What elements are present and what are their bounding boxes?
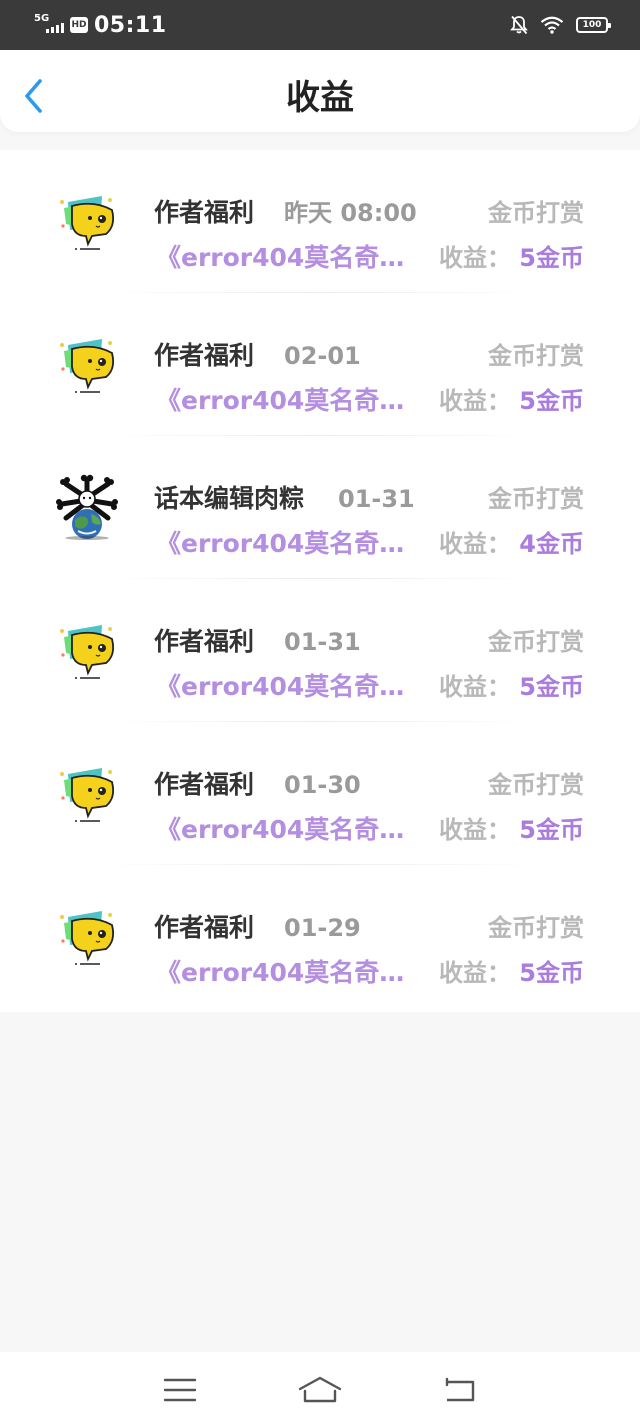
cellular-signal-icon: 5G	[34, 13, 64, 37]
clock: 05:11	[94, 12, 167, 38]
reward-date: 01-29	[284, 914, 361, 942]
menu-icon	[163, 1378, 197, 1401]
earnings-label: 收益：	[439, 816, 511, 844]
sender-name: 作者福利	[154, 770, 255, 799]
reward-date: 01-30	[284, 771, 361, 799]
earnings-value: 5金币	[519, 816, 584, 844]
book-title-link[interactable]: 《error404莫名奇…	[156, 529, 424, 559]
book-title-link[interactable]: 《error404莫名奇…	[156, 243, 424, 273]
earnings-value: 5金币	[519, 387, 584, 415]
status-right: 100	[510, 15, 611, 35]
yellow-chat-mascot-avatar	[60, 768, 115, 822]
reward-type: 金币打赏	[488, 628, 584, 656]
battery-level: 100	[582, 19, 602, 30]
reward-type: 金币打赏	[488, 199, 584, 227]
back-nav-button[interactable]	[435, 1370, 485, 1410]
list-item[interactable]: 作者福利 01-31 金币打赏 《error404莫名奇… 收益： 5金币	[0, 579, 640, 722]
bone-earth-avatar	[56, 474, 118, 540]
earnings-value: 5金币	[519, 959, 584, 987]
battery-icon: 100	[576, 17, 611, 33]
wifi-icon	[540, 16, 564, 34]
mute-bell-icon	[510, 15, 528, 35]
earnings-value: 5金币	[519, 244, 584, 272]
sender-name: 作者福利	[154, 341, 255, 370]
reward-date: 01-31	[284, 628, 361, 656]
yellow-chat-mascot-avatar	[60, 625, 115, 679]
list-item[interactable]: 话本编辑肉粽 01-31 金币打赏 《error404莫名奇… 收益： 4金币	[0, 436, 640, 579]
app-header: 收益	[0, 50, 640, 132]
reward-type: 金币打赏	[488, 342, 584, 370]
book-title-link[interactable]: 《error404莫名奇…	[156, 958, 424, 988]
reward-type: 金币打赏	[488, 485, 584, 513]
earnings-list: 作者福利 昨天 08:00 金币打赏 《error404莫名奇… 收益： 5金币…	[0, 150, 640, 1012]
reward-date: 昨天 08:00	[284, 199, 417, 227]
sender-name: 作者福利	[154, 627, 255, 656]
list-item[interactable]: 作者福利 01-29 金币打赏 《error404莫名奇… 收益： 5金币	[0, 865, 640, 1008]
hd-badge: HD	[70, 17, 88, 33]
book-title-link[interactable]: 《error404莫名奇…	[156, 815, 424, 845]
earnings-label: 收益：	[439, 530, 511, 558]
yellow-chat-mascot-avatar	[60, 911, 115, 965]
sender-name: 作者福利	[154, 198, 255, 227]
list-item[interactable]: 作者福利 昨天 08:00 金币打赏 《error404莫名奇… 收益： 5金币	[0, 150, 640, 293]
system-nav-bar	[0, 1352, 640, 1427]
reward-type: 金币打赏	[488, 914, 584, 942]
earnings-label: 收益：	[439, 959, 511, 987]
earnings-label: 收益：	[439, 244, 511, 272]
list-item[interactable]: 作者福利 01-30 金币打赏 《error404莫名奇… 收益： 5金币	[0, 722, 640, 865]
home-icon	[298, 1376, 342, 1402]
yellow-chat-mascot-avatar	[60, 339, 115, 393]
reward-date: 02-01	[284, 342, 361, 370]
status-bar: 5G HD 05:11 100	[0, 0, 640, 50]
status-left: 5G HD 05:11	[34, 13, 167, 38]
book-title-link[interactable]: 《error404莫名奇…	[156, 386, 424, 416]
reward-date: 01-31	[338, 485, 415, 513]
sender-name: 作者福利	[154, 913, 255, 942]
sender-name: 话本编辑肉粽	[154, 484, 305, 513]
back-icon	[445, 1377, 475, 1401]
earnings-label: 收益：	[439, 673, 511, 701]
reward-type: 金币打赏	[488, 771, 584, 799]
page-title: 收益	[286, 78, 354, 118]
book-title-link[interactable]: 《error404莫名奇…	[156, 672, 424, 702]
earnings-value: 4金币	[519, 530, 584, 558]
menu-button[interactable]	[155, 1370, 205, 1410]
earnings-label: 收益：	[439, 387, 511, 415]
earnings-value: 5金币	[519, 673, 584, 701]
yellow-chat-mascot-avatar	[60, 196, 115, 250]
home-button[interactable]	[295, 1370, 345, 1410]
list-item[interactable]: 作者福利 02-01 金币打赏 《error404莫名奇… 收益： 5金币	[0, 293, 640, 436]
